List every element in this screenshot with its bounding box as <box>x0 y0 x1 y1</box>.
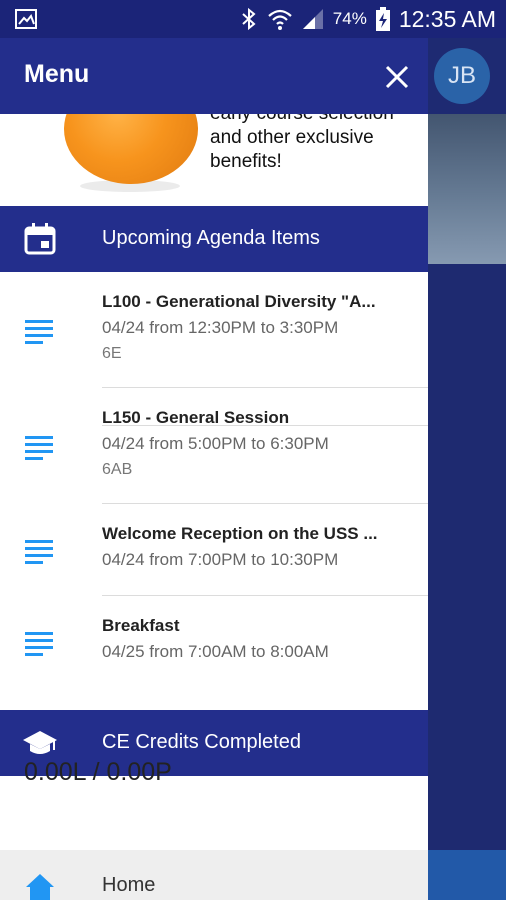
agenda-item-title: Welcome Reception on the USS ... <box>102 524 378 543</box>
navigation-drawer: Menu early course selection and other ex… <box>0 38 428 900</box>
list-divider <box>102 387 428 388</box>
app-screen: 74% 12:35 AM JB Menu early course se <box>0 0 506 900</box>
gallery-icon <box>15 9 37 29</box>
agenda-item[interactable]: Welcome Reception on the USS ... 04/24 f… <box>0 504 428 596</box>
agenda-section-header: Upcoming Agenda Items <box>0 206 428 272</box>
ce-section-label: CE Credits Completed <box>102 731 301 753</box>
graduation-cap-icon <box>23 731 57 754</box>
agenda-item-time: 04/25 from 7:00AM to 8:00AM <box>102 642 329 661</box>
agenda-item-time: 04/24 from 12:30PM to 3:30PM <box>102 318 339 337</box>
notes-icon <box>25 632 53 656</box>
battery-percent: 74% <box>332 9 367 28</box>
background-content <box>428 38 506 900</box>
home-icon <box>26 874 54 900</box>
agenda-item-title: Breakfast <box>102 616 180 635</box>
list-divider <box>102 595 428 596</box>
agenda-item-time: 04/24 from 7:00PM to 10:30PM <box>102 550 339 569</box>
wifi-icon <box>268 9 292 30</box>
ce-credits-value: 0.00L / 0.00P <box>24 758 172 786</box>
bluetooth-icon <box>242 7 256 31</box>
agenda-item-title: L100 - Generational Diversity "A... <box>102 292 376 311</box>
list-divider <box>102 503 428 504</box>
nav-item-home[interactable]: Home <box>0 850 428 900</box>
agenda-item-time: 04/24 from 5:00PM to 6:30PM <box>102 434 329 453</box>
agenda-item[interactable]: Breakfast 04/25 from 7:00AM to 8:00AM <box>0 596 428 696</box>
agenda-item[interactable]: L100 - Generational Diversity "A... 04/2… <box>0 272 428 388</box>
agenda-section-label: Upcoming Agenda Items <box>102 227 320 249</box>
notes-icon <box>25 540 53 564</box>
drawer-title: Menu <box>24 60 90 88</box>
agenda-item-room: 6AB <box>102 461 133 478</box>
calendar-icon <box>24 223 56 255</box>
close-icon[interactable] <box>380 60 414 94</box>
battery-charging-icon <box>375 7 390 31</box>
signal-icon <box>302 9 323 29</box>
agenda-item-room: 6E <box>102 345 122 362</box>
agenda-item[interactable]: L150 - General Session 04/24 from 5:00PM… <box>0 388 428 504</box>
status-icons: 74% 12:35 AM <box>239 0 496 38</box>
drawer-header: Menu <box>0 38 428 114</box>
notes-icon <box>25 320 53 344</box>
background-photo <box>428 114 506 264</box>
notes-icon <box>25 436 53 460</box>
clock: 12:35 AM <box>398 5 496 32</box>
status-bar: 74% 12:35 AM <box>0 0 506 38</box>
promo-banner[interactable]: early course selection and other exclusi… <box>0 114 428 206</box>
background-bottom-bar <box>428 850 506 900</box>
nav-item-home-label: Home <box>102 874 156 896</box>
agenda-item-title: L150 - General Session <box>102 408 290 427</box>
user-avatar[interactable]: JB <box>434 48 490 104</box>
promo-text: early course selection and other exclusi… <box>210 114 394 172</box>
orange-image <box>64 114 198 184</box>
